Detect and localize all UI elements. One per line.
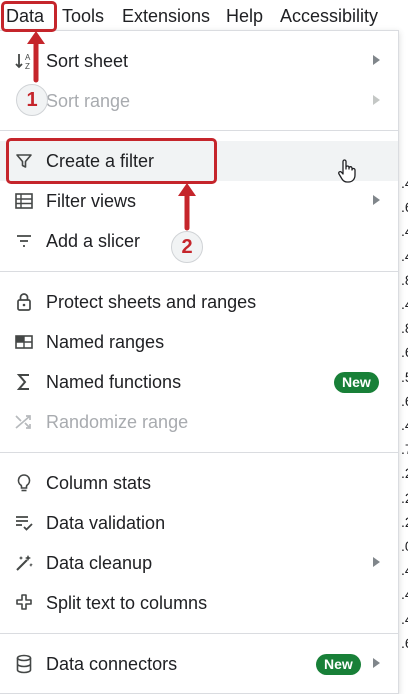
submenu-arrow-icon <box>373 55 380 65</box>
submenu-arrow-icon <box>373 95 380 105</box>
sheet-cell-fragment: .7 <box>401 441 408 458</box>
menu-item-label: Add a slicer <box>46 231 141 251</box>
lock-icon <box>12 291 36 313</box>
menu-item-label: Column stats <box>46 473 152 493</box>
sheet-cell-fragment: .8 <box>401 271 408 288</box>
menu-item-sort-range[interactable]: Sort range <box>0 81 398 121</box>
new-badge: New <box>334 372 379 393</box>
sheet-cell-fragment: .5 <box>401 368 408 385</box>
sheet-cell-fragment: .6 <box>401 344 408 361</box>
shuffle-icon <box>12 411 36 433</box>
filter-views-icon <box>12 190 36 212</box>
menu-tools[interactable]: Tools <box>62 5 104 27</box>
sheet-cell-fragment: .6 <box>401 199 408 216</box>
annotation-arrow-icon <box>27 31 45 83</box>
menu-divider <box>0 633 398 634</box>
named-ranges-icon <box>12 331 36 353</box>
menu-item-sort-sheet[interactable]: AZ Sort sheet <box>0 41 398 81</box>
menu-divider <box>0 130 398 131</box>
menu-item-label: Protect sheets and ranges <box>46 292 257 312</box>
sheet-cell-fragment: .4 <box>401 247 408 264</box>
menu-item-label: Data cleanup <box>46 553 153 573</box>
sheet-cell-fragment: .6 <box>401 392 408 409</box>
sheet-cell-fragment: .4 <box>401 610 408 627</box>
menu-extensions[interactable]: Extensions <box>122 5 210 27</box>
menu-divider <box>0 271 398 272</box>
menu-item-data-cleanup[interactable]: Data cleanup <box>0 543 398 583</box>
menu-item-data-validation[interactable]: Data validation <box>0 503 398 543</box>
menu-item-randomize-range[interactable]: Randomize range <box>0 402 398 442</box>
annotation-arrow-icon <box>178 183 196 231</box>
menu-item-label: Data connectors <box>46 654 178 674</box>
slicer-icon <box>12 230 36 252</box>
menu-accessibility[interactable]: Accessibility <box>280 5 378 27</box>
submenu-arrow-icon <box>373 658 380 668</box>
menu-item-named-functions[interactable]: Named functions New <box>0 362 398 402</box>
sheet-cell-fragment: .4 <box>401 175 408 191</box>
menu-item-label: Named ranges <box>46 332 165 352</box>
menu-item-named-ranges[interactable]: Named ranges <box>0 322 398 362</box>
menu-bar: Data Tools Extensions Help Accessibility <box>0 0 408 32</box>
hand-cursor-icon <box>338 159 356 183</box>
sheet-cell-fragment: .0 <box>401 538 408 554</box>
menu-item-label: Randomize range <box>46 412 189 432</box>
menu-item-label: Split text to columns <box>46 593 208 613</box>
data-validation-icon <box>12 512 36 534</box>
data-menu-dropdown: AZ Sort sheet Sort range Create a filter… <box>0 30 399 694</box>
submenu-arrow-icon <box>373 557 380 567</box>
sheet-cell-fragment: .8 <box>401 320 408 337</box>
menu-divider <box>0 452 398 453</box>
sheet-cell-fragment: .6 <box>401 634 408 651</box>
menu-item-label: Named functions <box>46 372 182 392</box>
sigma-icon <box>12 371 36 393</box>
menu-item-filter-views[interactable]: Filter views <box>0 181 398 221</box>
menu-item-data-connectors[interactable]: Data connectors New <box>0 644 398 684</box>
annotation-step-2: 2 <box>171 231 203 263</box>
sheet-cell-fragment: .4 <box>401 586 408 603</box>
sheet-cell-fragment: .4 <box>401 296 408 312</box>
menu-item-label: Sort sheet <box>46 51 129 71</box>
annotation-step-1: 1 <box>16 84 48 116</box>
annotation-highlight-create-filter <box>6 138 217 184</box>
sheet-cell-fragment: .4 <box>401 562 408 579</box>
menu-help[interactable]: Help <box>226 5 263 27</box>
sheet-cell-fragment: .2 <box>401 465 408 482</box>
sheet-cell-fragment: .4 <box>401 417 408 433</box>
menu-item-label: Data validation <box>46 513 166 533</box>
sheet-cell-fragment: .4 <box>401 223 408 240</box>
sheet-cell-fragment: .2 <box>401 489 408 506</box>
menu-item-split-text[interactable]: Split text to columns <box>0 583 398 623</box>
menu-item-column-stats[interactable]: Column stats <box>0 463 398 503</box>
menu-item-label: Sort range <box>46 91 131 111</box>
magic-wand-icon <box>12 552 36 574</box>
lightbulb-icon <box>12 472 36 494</box>
menu-item-protect[interactable]: Protect sheets and ranges <box>0 282 398 322</box>
sheet-cell-fragment: .2 <box>401 513 408 530</box>
menu-item-label: Filter views <box>46 191 137 211</box>
submenu-arrow-icon <box>373 195 380 205</box>
split-text-icon <box>12 592 36 614</box>
new-badge: New <box>316 654 361 675</box>
database-icon <box>12 653 36 675</box>
